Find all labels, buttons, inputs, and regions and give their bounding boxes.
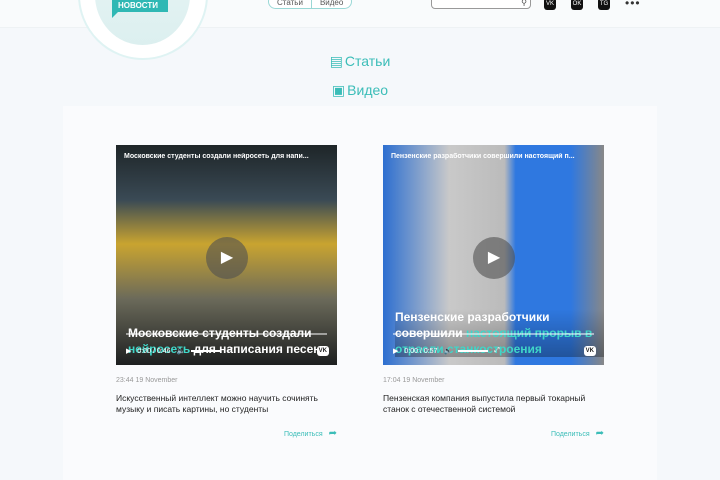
video-title[interactable]: Московские студенты создали нейросеть дл… [124, 153, 329, 160]
vk-icon[interactable]: VK [544, 0, 556, 10]
section-articles-label: Статьи [344, 53, 391, 69]
site-header: НОВОСТИ Статьи Видео ⚲ VK OK TG ••• [0, 0, 720, 60]
video-controls: ▶ 0:00 / 0:46 🔈 ⤢ VK [126, 345, 329, 357]
share-button[interactable]: Поделиться ➦ [116, 428, 337, 439]
vk-logo-icon[interactable]: VK [583, 346, 596, 356]
search-icon[interactable]: ⚲ [521, 0, 527, 7]
play-button[interactable]: ▶ [206, 237, 248, 279]
share-label: Поделиться [550, 431, 590, 438]
telegram-icon[interactable]: TG [598, 0, 610, 10]
volume-slider[interactable] [458, 350, 489, 352]
ok-icon[interactable]: OK [571, 0, 583, 10]
progress-bar[interactable] [393, 333, 594, 335]
logo[interactable]: НОВОСТИ [112, 0, 168, 12]
nav-tab-videos[interactable]: Видео [310, 0, 351, 8]
news-description[interactable]: Искусственный интеллект можно научить со… [116, 393, 337, 415]
share-icon: ➦ [328, 428, 337, 439]
video-title[interactable]: Пензенские разработчики совершили настоя… [391, 153, 596, 160]
time-display: 0:00 / 0:46 [137, 347, 171, 355]
share-button[interactable]: Поделиться ➦ [383, 428, 604, 439]
timestamp: 17:04 19 November [383, 377, 445, 384]
time-display: 0:00 / 0:57 [404, 347, 438, 355]
video-player[interactable]: Пензенские разработчики совершили настоя… [383, 145, 604, 365]
progress-bar[interactable] [126, 333, 327, 335]
news-card: Московские студенты создали нейросеть дл… [116, 145, 337, 439]
section-videos-link[interactable]: ▣ Видео [0, 82, 720, 99]
volume-icon[interactable]: 🔈 [176, 347, 185, 355]
more-icon[interactable]: ••• [625, 0, 641, 10]
share-label: Поделиться [283, 431, 323, 438]
nav-tab-articles[interactable]: Статьи [269, 0, 311, 8]
play-icon[interactable]: ▶ [393, 347, 398, 355]
logo-tail [112, 12, 118, 18]
play-button[interactable]: ▶ [473, 237, 515, 279]
newspaper-icon: ▤ [329, 53, 343, 69]
nav-tabs: Статьи Видео [268, 0, 353, 9]
news-description[interactable]: Пензенская компания выпустила первый ток… [383, 393, 604, 415]
timestamp: 23:44 19 November [116, 377, 178, 384]
video-camera-icon: ▣ [331, 82, 346, 98]
section-videos-label: Видео [347, 82, 389, 98]
vk-logo-icon[interactable]: VK [316, 346, 329, 356]
volume-slider[interactable] [191, 350, 222, 352]
volume-icon[interactable]: 🔈 [443, 347, 452, 355]
share-icon: ➦ [595, 428, 604, 439]
news-card: Пензенские разработчики совершили настоя… [383, 145, 604, 439]
search-input[interactable]: ⚲ [431, 0, 531, 9]
fullscreen-icon[interactable]: ⤢ [494, 347, 500, 355]
section-articles-link[interactable]: ▤ Статьи [0, 53, 720, 70]
play-icon[interactable]: ▶ [126, 347, 131, 355]
video-player[interactable]: Московские студенты создали нейросеть дл… [116, 145, 337, 365]
fullscreen-icon[interactable]: ⤢ [227, 347, 233, 355]
video-controls: ▶ 0:00 / 0:57 🔈 ⤢ VK [393, 345, 596, 357]
